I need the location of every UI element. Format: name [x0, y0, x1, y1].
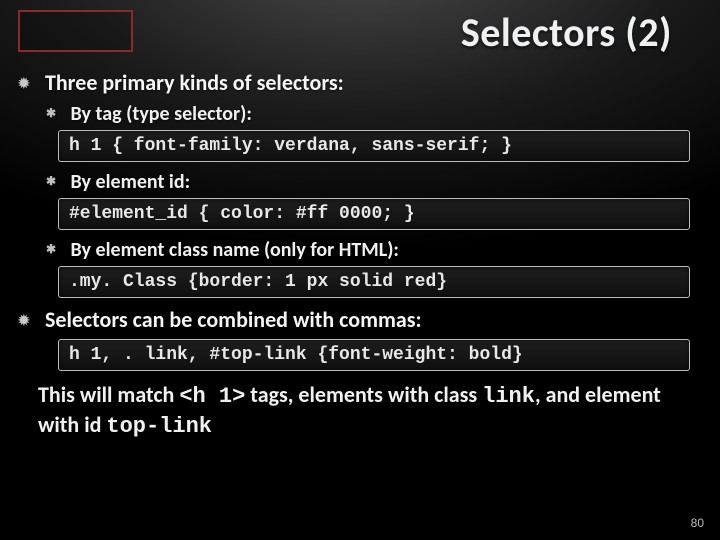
para-text: This will match — [38, 381, 179, 408]
para-text: tags, elements with class — [245, 381, 482, 408]
slide: Selectors (2) Three primary kinds of sel… — [0, 0, 720, 540]
code-block: h 1, . link, #top-link {font-weight: bol… — [58, 339, 690, 371]
code-block: #element_id { color: #ff 0000; } — [58, 198, 690, 230]
logo-placeholder — [18, 10, 133, 52]
bullet-level2: By element id: — [46, 170, 702, 194]
inline-code: <h 1> — [179, 384, 245, 409]
bullet-text: Three primary kinds of selectors: — [45, 69, 344, 96]
page-number: 80 — [691, 516, 704, 530]
bullet-level1: Three primary kinds of selectors: — [18, 69, 702, 96]
bullet-level1: Selectors can be combined with commas: — [18, 306, 702, 333]
bullet-text: Selectors can be combined with commas: — [45, 306, 422, 333]
inline-code: link — [482, 384, 535, 409]
code-block: h 1 { font-family: verdana, sans-serif; … — [58, 130, 690, 162]
bullet-level2: By element class name (only for HTML): — [46, 238, 702, 262]
paragraph: This will match <h 1> tags, elements wit… — [38, 381, 682, 440]
bullet-text: By element id: — [71, 170, 191, 194]
bullet-level2: By tag (type selector): — [46, 102, 702, 126]
inline-code: top-link — [106, 414, 212, 439]
code-block: .my. Class {border: 1 px solid red} — [58, 266, 690, 298]
bullet-text: By tag (type selector): — [71, 102, 252, 126]
bullet-text: By element class name (only for HTML): — [71, 238, 399, 262]
slide-content: Three primary kinds of selectors: By tag… — [18, 57, 702, 440]
